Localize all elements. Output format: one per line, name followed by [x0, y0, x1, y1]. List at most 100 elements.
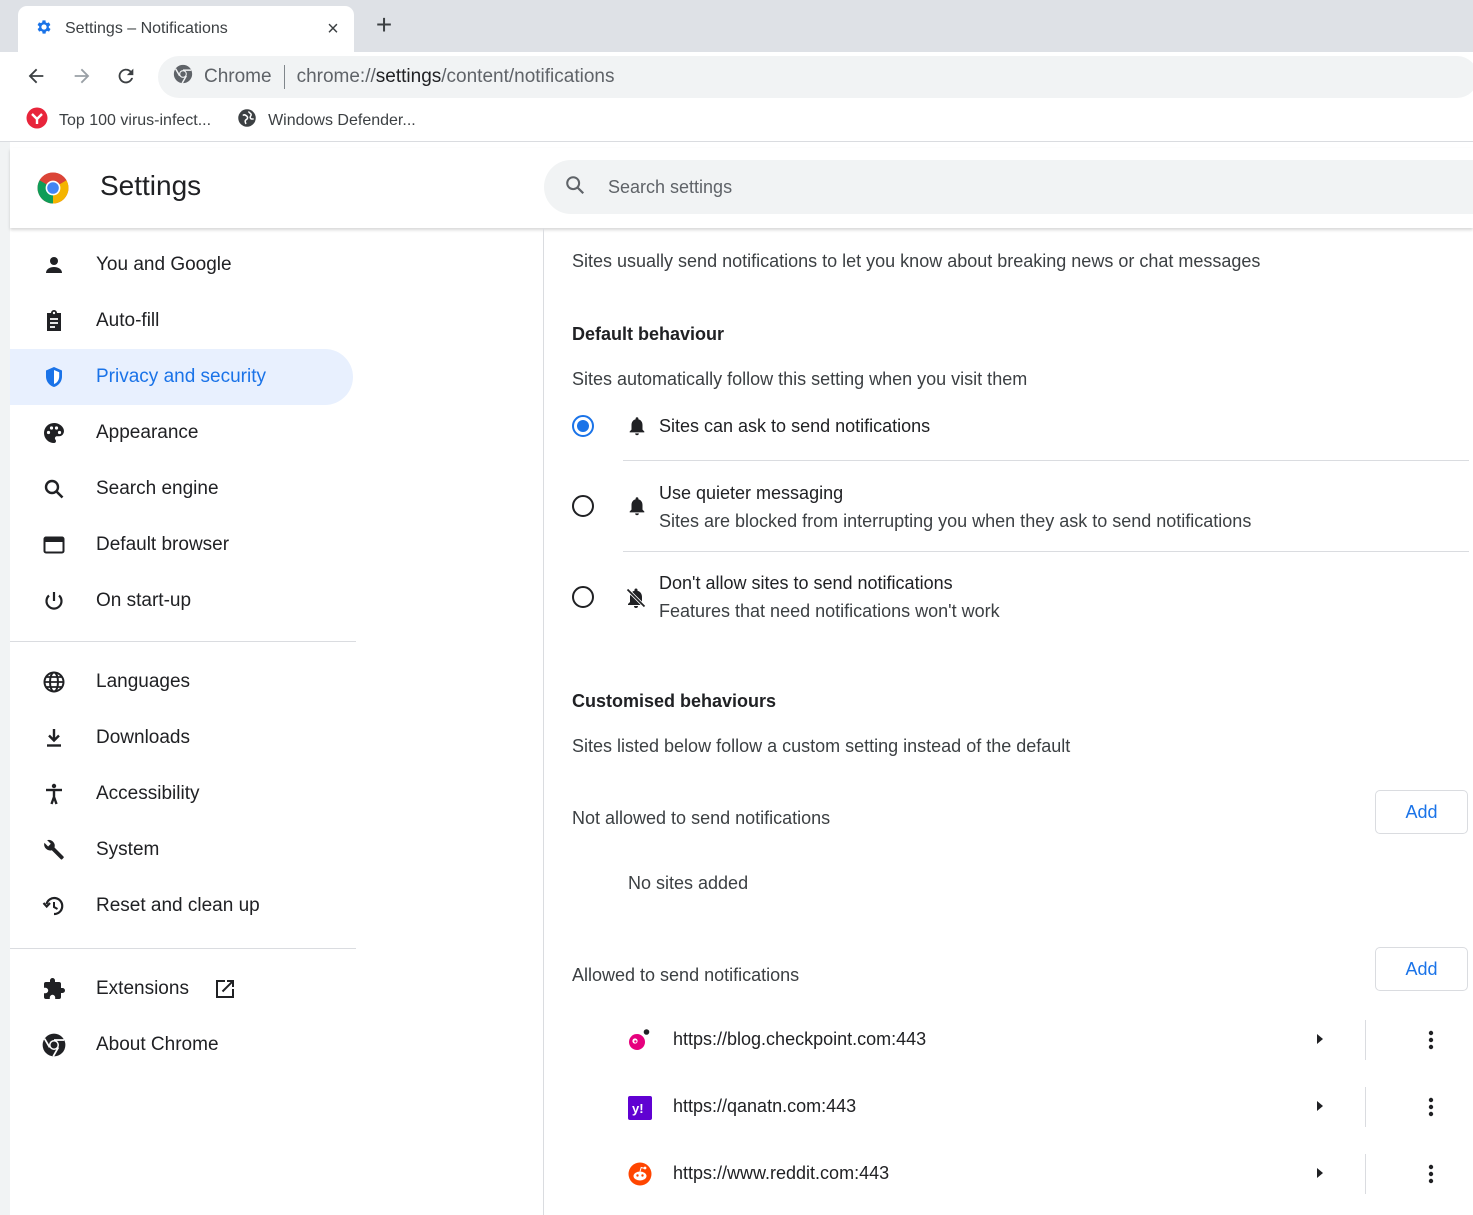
more-vert-icon[interactable] — [1427, 1028, 1435, 1057]
clipboard-icon — [40, 307, 68, 335]
tab-title: Settings – Notifications — [65, 20, 228, 37]
sidebar-item-search-engine[interactable]: Search engine — [10, 461, 353, 517]
bell-icon — [626, 494, 648, 523]
default-behaviour-subtitle: Sites automatically follow this setting … — [572, 369, 1028, 389]
url-scheme: chrome:// — [296, 66, 376, 87]
yahoo-favicon-icon: y! — [628, 1096, 652, 1125]
chrome-icon — [40, 1031, 68, 1059]
close-tab-icon[interactable]: × — [318, 18, 348, 41]
sidebar-item-appearance[interactable]: Appearance — [10, 405, 353, 461]
search-icon — [40, 475, 68, 503]
site-url: https://qanatn.com:443 — [673, 1096, 857, 1116]
reddit-favicon-icon — [628, 1162, 652, 1191]
customised-behaviours-subtitle: Sites listed below follow a custom setti… — [572, 736, 1071, 756]
palette-icon — [40, 419, 68, 447]
sidebar-item-label: Languages — [96, 671, 191, 692]
row-separator — [1365, 1020, 1366, 1060]
globe-icon — [40, 668, 68, 696]
page-title: Settings — [100, 170, 202, 201]
bookmarks-bar: Top 100 virus-infect... Windows Defender… — [0, 100, 1473, 142]
sidebar-item-downloads[interactable]: Downloads — [10, 710, 353, 766]
reload-icon[interactable] — [112, 62, 140, 90]
url-host: settings — [375, 66, 442, 87]
settings-header: Settings — [10, 148, 1473, 228]
default-behaviour-heading: Default behaviour — [572, 324, 725, 344]
option-title: Sites can ask to send notifications — [659, 416, 931, 436]
omnibox-url: chrome://settings/content/notifications — [297, 66, 615, 88]
row-separator — [1365, 1154, 1366, 1194]
sidebar-item-label: Extensions — [96, 978, 189, 999]
sidebar-item-label: About Chrome — [96, 1034, 219, 1055]
sidebar-item-languages[interactable]: Languages — [10, 654, 353, 710]
sidebar-item-auto-fill[interactable]: Auto-fill — [10, 293, 353, 349]
expand-arrow-icon[interactable] — [1314, 1165, 1326, 1186]
option-divider — [623, 551, 1469, 552]
omnibox-separator — [283, 65, 285, 89]
bookmark-label: Top 100 virus-infect... — [59, 111, 212, 129]
sidebar-item-label: Reset and clean up — [96, 895, 260, 916]
globe-bookmark-icon — [237, 108, 257, 133]
row-separator — [1365, 1087, 1366, 1127]
sidebar-item-label: Auto-fill — [96, 310, 160, 331]
radio-button[interactable] — [572, 495, 594, 517]
chrome-logo-icon — [37, 172, 69, 209]
sidebar-item-privacy-and-security[interactable]: Privacy and security — [10, 349, 353, 405]
bookmark-item[interactable]: Top 100 virus-infect... — [26, 107, 211, 134]
sidebar-item-accessibility[interactable]: Accessibility — [10, 766, 353, 822]
window-gutter — [0, 142, 10, 1215]
more-vert-icon[interactable] — [1427, 1095, 1435, 1124]
sidebar-item-extensions[interactable]: Extensions — [10, 961, 353, 1017]
site-url: https://blog.checkpoint.com:443 — [673, 1029, 927, 1049]
omnibox-site-label: Chrome — [204, 66, 272, 87]
add-blocked-site-button[interactable]: Add — [1375, 790, 1468, 834]
sidebar-item-on-start-up[interactable]: On start-up — [10, 573, 353, 629]
sidebar-item-label: Privacy and security — [96, 366, 267, 387]
open-in-new-icon — [213, 977, 237, 1001]
settings-search-box[interactable] — [544, 160, 1473, 214]
add-allowed-site-button[interactable]: Add — [1375, 947, 1468, 991]
sidebar-item-label: On start-up — [96, 590, 192, 611]
gear-icon — [35, 18, 53, 41]
sidebar-item-label: System — [96, 839, 160, 860]
person-icon — [40, 251, 68, 279]
customised-behaviours-heading: Customised behaviours — [572, 691, 777, 711]
sidebar-divider — [10, 948, 356, 949]
history-icon — [40, 892, 68, 920]
bell-off-icon — [624, 585, 648, 616]
option-subtitle: Features that need notifications won't w… — [659, 601, 1000, 621]
settings-sidebar: You and Google Auto-fill Privacy and sec… — [10, 237, 356, 1073]
option-title: Don't allow sites to send notifications — [659, 573, 953, 593]
expand-arrow-icon[interactable] — [1314, 1098, 1326, 1119]
new-tab-button[interactable]: + — [368, 10, 400, 42]
intro-text: Sites usually send notifications to let … — [572, 251, 1261, 271]
sidebar-item-default-browser[interactable]: Default browser — [10, 517, 353, 573]
sidebar-item-reset-and-clean-up[interactable]: Reset and clean up — [10, 878, 353, 934]
red-bookmark-icon — [26, 107, 48, 134]
tab-settings-notifications[interactable]: Settings – Notifications × — [18, 6, 354, 52]
bookmark-item[interactable]: Windows Defender... — [237, 108, 416, 133]
no-sites-added-text: No sites added — [628, 873, 749, 893]
power-icon — [40, 587, 68, 615]
radio-button[interactable] — [572, 586, 594, 608]
chrome-site-icon — [172, 63, 194, 91]
wrench-icon — [40, 836, 68, 864]
back-arrow-icon[interactable] — [22, 62, 50, 90]
sidebar-item-about-chrome[interactable]: About Chrome — [10, 1017, 353, 1073]
sidebar-item-system[interactable]: System — [10, 822, 353, 878]
search-input[interactable] — [608, 176, 1308, 198]
more-vert-icon[interactable] — [1427, 1162, 1435, 1191]
forward-arrow-icon[interactable] — [68, 62, 96, 90]
accessibility-icon — [40, 780, 68, 808]
shield-icon — [40, 363, 68, 391]
sidebar-item-you-and-google[interactable]: You and Google — [10, 237, 353, 293]
address-bar[interactable]: Chrome chrome://settings/content/notific… — [158, 56, 1473, 98]
radio-button-selected[interactable] — [572, 415, 594, 437]
option-divider — [623, 460, 1469, 461]
sidebar-item-label: Downloads — [96, 727, 190, 748]
sidebar-item-label: Search engine — [96, 478, 219, 499]
sidebar-divider — [10, 641, 356, 642]
download-icon — [40, 724, 68, 752]
expand-arrow-icon[interactable] — [1314, 1031, 1326, 1052]
bookmark-label: Windows Defender... — [268, 111, 416, 129]
notifications-content: Sites usually send notifications to let … — [544, 228, 1473, 1215]
